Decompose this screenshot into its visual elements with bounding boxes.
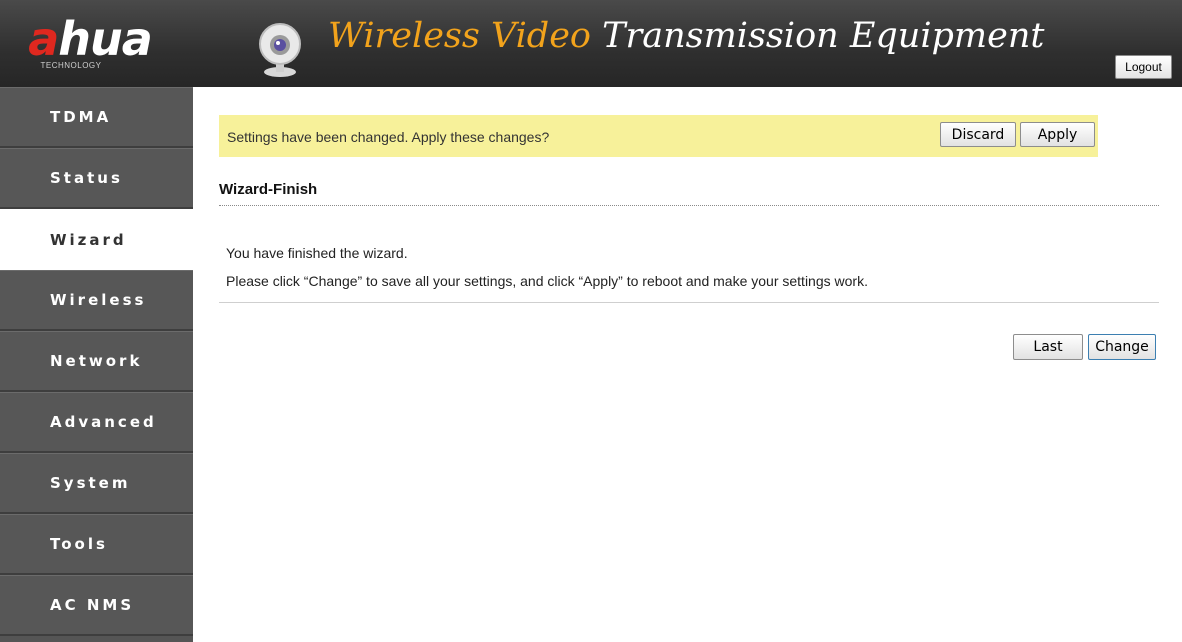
- sidebar-item-network[interactable]: Network: [0, 331, 193, 392]
- change-button[interactable]: Change: [1088, 334, 1156, 360]
- logo-text-white: hua: [58, 12, 153, 66]
- sidebar-item-label: Wizard: [50, 230, 127, 249]
- header-bar: ahua TECHNOLOGY Wireless Video Transmiss…: [0, 0, 1182, 87]
- webcam-icon: [254, 22, 306, 78]
- instruction-message: Please click “Change” to save all your s…: [226, 273, 868, 289]
- finish-message: You have finished the wizard.: [226, 245, 408, 261]
- dahua-logo: ahua TECHNOLOGY: [0, 0, 180, 87]
- sidebar-item-label: Network: [50, 352, 143, 370]
- sidebar-item-tools[interactable]: Tools: [0, 514, 193, 575]
- sidebar-item-label: Tools: [50, 535, 108, 553]
- page-title: Wizard-Finish: [219, 181, 318, 198]
- title-divider: [219, 205, 1159, 206]
- logout-button[interactable]: Logout: [1115, 55, 1172, 79]
- discard-button[interactable]: Discard: [940, 122, 1016, 147]
- logo-subtitle: TECHNOLOGY: [40, 61, 102, 70]
- sidebar-item-label: AC NMS: [50, 596, 135, 614]
- app-title: Wireless Video Transmission Equipment: [328, 16, 1044, 56]
- sidebar-item-ac-nms[interactable]: AC NMS: [0, 575, 193, 636]
- pending-changes-banner: Settings have been changed. Apply these …: [219, 115, 1098, 157]
- sidebar-item-tdma[interactable]: TDMA: [0, 87, 193, 148]
- sidebar-item-label: Status: [50, 169, 123, 187]
- banner-message: Settings have been changed. Apply these …: [227, 129, 550, 145]
- sidebar-item-wireless[interactable]: Wireless: [0, 270, 193, 331]
- app-title-rest: Transmission Equipment: [602, 16, 1045, 56]
- sidebar-item-status[interactable]: Status: [0, 148, 193, 209]
- sidebar-item-wizard[interactable]: Wizard: [0, 209, 193, 270]
- app-title-highlight: Wireless Video: [328, 16, 591, 56]
- sidebar-item-label: Advanced: [50, 413, 157, 431]
- sidebar-item-label: TDMA: [50, 108, 112, 126]
- content-divider: [219, 302, 1159, 303]
- sidebar-item-system[interactable]: System: [0, 453, 193, 514]
- logo-text-red: a: [28, 12, 59, 66]
- sidebar-item-advanced[interactable]: Advanced: [0, 392, 193, 453]
- sidebar-nav: TDMA Status Wizard Wireless Network Advanced S…: [0, 87, 193, 642]
- sidebar-item-label: System: [50, 474, 131, 492]
- sidebar-item-label: Wireless: [50, 291, 147, 309]
- last-button[interactable]: Last: [1013, 334, 1083, 360]
- apply-button[interactable]: Apply: [1020, 122, 1095, 147]
